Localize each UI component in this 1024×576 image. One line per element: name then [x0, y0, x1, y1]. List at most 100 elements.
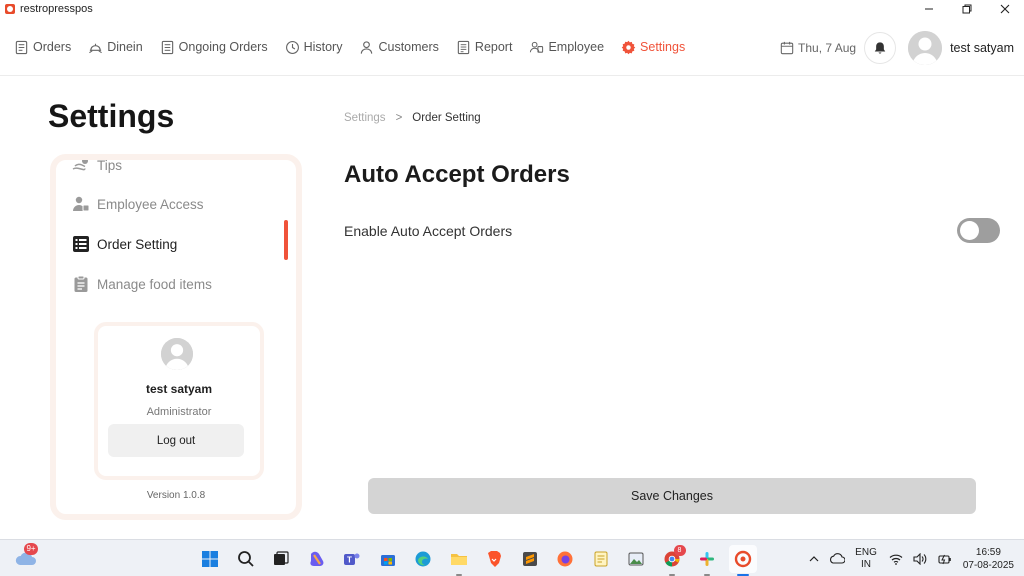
search-button[interactable] [232, 545, 260, 573]
nav-employee-label: Employee [548, 40, 605, 54]
profile-name: test satyam [145, 382, 213, 396]
avatar-icon [908, 30, 943, 65]
avatar [161, 338, 193, 370]
notes-button[interactable] [587, 545, 615, 573]
breadcrumb: Settings > Order Setting [344, 112, 481, 124]
nav-dinein-label: Dinein [107, 40, 143, 54]
dinein-icon [89, 43, 103, 53]
nav-history[interactable]: History [285, 40, 342, 55]
breadcrumb-parent[interactable]: Settings [344, 112, 386, 124]
chrome-badge: 8 [673, 545, 686, 556]
teams-icon: T [344, 553, 360, 565]
notifications-button[interactable] [864, 31, 897, 64]
tips-icon [72, 160, 88, 171]
wifi-icon[interactable] [889, 553, 903, 565]
store-icon [380, 555, 395, 566]
window-title: restropresspos [20, 3, 93, 15]
sidebar-item-label: Manage food items [97, 276, 212, 292]
chevron-up-icon[interactable] [809, 554, 819, 564]
taskbar-clock[interactable]: 16:59 07-08-2025 [963, 546, 1014, 572]
language-line1: ENG [855, 546, 877, 558]
language-indicator[interactable]: ENG IN [855, 547, 877, 571]
nav-customers[interactable]: Customers [359, 40, 439, 55]
taskbar-apps: T 8 [196, 545, 764, 576]
sidebar-item-label: Employee Access [97, 196, 204, 212]
calendar-icon [780, 41, 794, 54]
user-avatar[interactable] [908, 30, 943, 65]
teams-button[interactable]: T [338, 545, 366, 573]
firefox-icon [557, 551, 573, 567]
report-icon [457, 40, 470, 54]
nav-dinein[interactable]: Dinein [88, 40, 143, 55]
close-icon[interactable] [986, 0, 1024, 18]
active-item-indicator [284, 220, 288, 260]
nav-customers-label: Customers [378, 40, 439, 54]
history-icon [285, 40, 299, 54]
sidebar-item-manage-food-items[interactable]: Manage food items [72, 275, 212, 293]
weather-badge: 9+ [24, 543, 38, 555]
edge-button[interactable] [409, 545, 437, 573]
page-title: Settings [48, 98, 175, 134]
folder-icon [450, 554, 467, 565]
brave-icon [488, 551, 501, 567]
restropresspos-taskbar-button[interactable] [728, 545, 757, 576]
notes-icon [594, 551, 607, 567]
minimize-icon[interactable] [910, 0, 948, 18]
windows-taskbar: 9+ T 8 ENG IN 16:59 07-08-2025 [0, 539, 1024, 576]
date-label: Thu, 7 Aug [798, 40, 857, 55]
copilot-button[interactable] [303, 545, 331, 573]
version-label: Version 1.0.8 [146, 490, 206, 501]
sidebar-item-employee-access[interactable]: Employee Access [72, 195, 204, 213]
toggle-knob [960, 221, 979, 240]
save-changes-button[interactable]: Save Changes [368, 478, 976, 514]
volume-icon[interactable] [913, 552, 927, 565]
sublime-button[interactable] [516, 545, 544, 573]
nav-report[interactable]: Report [456, 40, 513, 55]
window-controls [910, 0, 1024, 18]
battery-icon[interactable] [937, 553, 953, 565]
bell-icon [874, 41, 886, 54]
edge-icon [415, 551, 431, 567]
slack-icon [700, 552, 714, 566]
store-button[interactable] [374, 545, 402, 573]
sidebar-item-tips[interactable]: Tips [72, 160, 122, 174]
auto-accept-toggle[interactable] [957, 218, 1000, 243]
auto-accept-label: Enable Auto Accept Orders [344, 223, 513, 239]
profile-card: test satyam Administrator Log out [94, 322, 264, 480]
windows-icon [202, 551, 218, 567]
nav-employee[interactable]: Employee [529, 40, 604, 55]
nav-ongoing-orders-label: Ongoing Orders [178, 40, 268, 54]
list-icon [73, 236, 89, 252]
restore-icon[interactable] [948, 0, 986, 18]
app-logo-icon [734, 550, 751, 568]
nav-ongoing-orders[interactable]: Ongoing Orders [160, 40, 268, 55]
clock-time: 16:59 [975, 546, 1001, 558]
window-titlebar: restropresspos [0, 0, 1024, 18]
app-logo-icon [5, 4, 15, 14]
nav-orders[interactable]: Orders [14, 40, 71, 55]
user-name[interactable]: test satyam [950, 41, 1014, 55]
onedrive-icon[interactable] [829, 552, 846, 565]
employee-icon [530, 41, 544, 53]
breadcrumb-separator: > [395, 112, 403, 124]
brave-button[interactable] [480, 545, 508, 573]
clock-date: 07-08-2025 [962, 559, 1014, 571]
nav-report-label: Report [474, 40, 513, 54]
file-explorer-button[interactable] [445, 545, 473, 576]
breadcrumb-current: Order Setting [412, 112, 481, 124]
nav-settings[interactable]: Settings [621, 40, 685, 55]
start-button[interactable] [196, 545, 224, 573]
section-title: Auto Accept Orders [344, 161, 570, 188]
sublime-icon [522, 552, 537, 566]
task-view-icon [274, 551, 289, 565]
photos-button[interactable] [622, 545, 650, 573]
task-view-button[interactable] [267, 545, 295, 573]
search-icon [237, 551, 254, 567]
sidebar-item-order-setting[interactable]: Order Setting [72, 235, 177, 253]
firefox-button[interactable] [551, 545, 579, 573]
chrome-button[interactable]: 8 [658, 545, 686, 576]
logout-button[interactable]: Log out [108, 424, 244, 457]
nav-orders-label: Orders [33, 40, 72, 54]
slack-button[interactable] [693, 545, 721, 576]
language-line2: IN [861, 558, 871, 570]
